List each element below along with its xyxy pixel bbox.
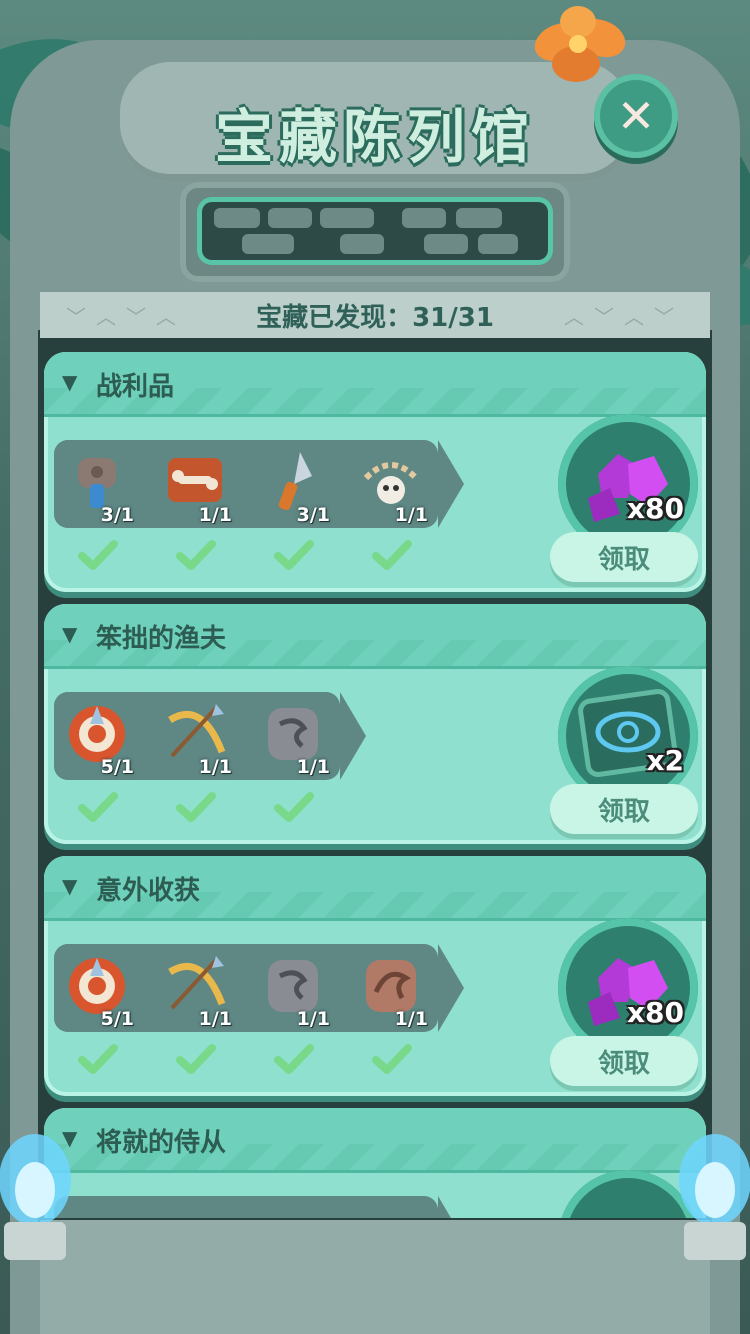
item-count: 1/1 — [296, 756, 330, 778]
item-count: 1/1 — [198, 756, 232, 778]
chevron-down-icon: ▼ — [62, 874, 78, 898]
check-icon — [176, 1044, 216, 1074]
item-count: 1/1 — [394, 1008, 428, 1030]
slot-glow — [202, 202, 548, 260]
item-strip — [54, 1196, 464, 1218]
item-count: 1/1 — [296, 1008, 330, 1030]
treasure-item[interactable]: 3/1 — [54, 440, 142, 528]
discover-count: 宝藏已发现：31/31 — [256, 302, 494, 333]
collection-card: ▼ 将就的侍从 — [44, 1108, 706, 1218]
check-icon — [78, 540, 118, 570]
close-icon: ✕ — [616, 89, 656, 143]
treasure-item[interactable]: 1/1 — [348, 944, 436, 1032]
treasure-item[interactable]: 1/1 — [152, 440, 240, 528]
chevron-down-icon: ▼ — [62, 622, 78, 646]
chevron-pattern: ︿﹀︿﹀ — [564, 304, 684, 329]
item-count: 1/1 — [394, 504, 428, 526]
check-icon — [274, 792, 314, 822]
collection-title: 将就的侍从 — [96, 1128, 227, 1158]
treasure-item[interactable]: 1/1 — [348, 440, 436, 528]
item-count: 5/1 — [100, 1008, 134, 1030]
reward-qty: x80 — [626, 492, 684, 525]
check-icon — [274, 540, 314, 570]
item-count: 5/1 — [100, 756, 134, 778]
bottom-ledge — [40, 1220, 710, 1334]
item-count: 1/1 — [198, 1008, 232, 1030]
chevron-down-icon: ▼ — [62, 370, 78, 394]
brick — [402, 208, 446, 228]
item-count: 3/1 — [100, 504, 134, 526]
stone-slot — [180, 182, 570, 282]
brick — [268, 208, 312, 228]
claim-button[interactable]: 领取 — [550, 784, 698, 834]
treasure-item[interactable]: 1/1 — [152, 944, 240, 1032]
treasure-item[interactable]: 5/1 — [54, 944, 142, 1032]
collection-card: ▼ 笨拙的渔夫 5/1 1/1 1/1 x2 领取 — [44, 604, 706, 844]
brick — [478, 234, 518, 254]
blue-torch-icon — [679, 1134, 750, 1260]
brick — [456, 208, 502, 228]
brick — [214, 208, 260, 228]
brick — [424, 234, 468, 254]
check-icon — [176, 792, 216, 822]
close-button[interactable]: ✕ — [594, 74, 678, 158]
treasure-item[interactable]: 1/1 — [152, 692, 240, 780]
chevron-pattern: ﹀︿﹀︿ — [66, 304, 186, 329]
collection-title: 意外收获 — [96, 876, 201, 906]
collection-title: 战利品 — [96, 372, 175, 402]
collection-card: ▼ 意外收获 5/1 1/1 1/1 1/1 x80 领取 — [44, 856, 706, 1096]
collection-list[interactable]: ▼ 战利品 3/1 1/1 3/1 1/1 x80 领取 ▼ 笨拙的渔夫 5/1… — [44, 352, 706, 1218]
discover-bar: ﹀︿﹀︿ 宝藏已发现：31/31 ︿﹀︿﹀ — [40, 292, 710, 338]
claim-button[interactable]: 领取 — [550, 532, 698, 582]
reward-qty: x2 — [646, 744, 684, 777]
collection-title: 笨拙的渔夫 — [96, 624, 227, 654]
check-icon — [176, 540, 216, 570]
check-icon — [274, 1044, 314, 1074]
brick — [242, 234, 294, 254]
flower-decoration — [534, 6, 626, 82]
check-icon — [372, 1044, 412, 1074]
item-count: 1/1 — [198, 504, 232, 526]
check-icon — [372, 540, 412, 570]
item-count: 3/1 — [296, 504, 330, 526]
collection-card: ▼ 战利品 3/1 1/1 3/1 1/1 x80 领取 — [44, 352, 706, 592]
reward-qty: x80 — [626, 996, 684, 1029]
check-icon — [78, 1044, 118, 1074]
brick — [340, 234, 384, 254]
treasure-item[interactable]: 1/1 — [250, 692, 338, 780]
check-icon — [78, 792, 118, 822]
treasure-item[interactable]: 3/1 — [250, 440, 338, 528]
brick — [320, 208, 374, 228]
treasure-item[interactable]: 5/1 — [54, 692, 142, 780]
treasure-item[interactable]: 1/1 — [250, 944, 338, 1032]
blue-torch-icon — [0, 1134, 71, 1260]
claim-button[interactable]: 领取 — [550, 1036, 698, 1086]
